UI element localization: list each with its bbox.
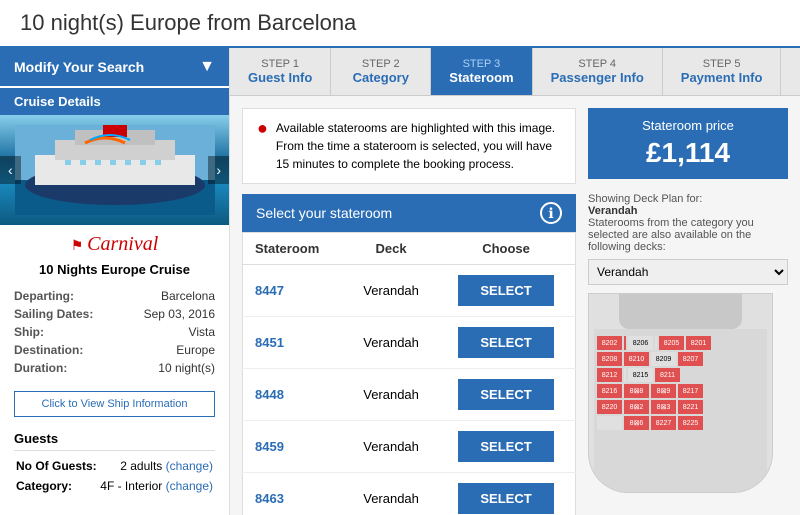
num-guests-label: No Of Guests:: [16, 457, 97, 475]
stateroom-number: 8451: [243, 317, 346, 369]
deck-name: Verandah: [345, 265, 437, 317]
table-row: 8447 Verandah SELECT: [243, 265, 576, 317]
select-cell: SELECT: [437, 369, 575, 421]
duration-value: 10 night(s): [125, 359, 215, 377]
table-row: 8463 Verandah SELECT: [243, 473, 576, 515]
select-stateroom-button[interactable]: SELECT: [458, 483, 553, 514]
stateroom-number: 8463: [243, 473, 346, 515]
deck-name: Verandah: [345, 317, 437, 369]
select-cell: SELECT: [437, 317, 575, 369]
select-cell: SELECT: [437, 265, 575, 317]
deck-plan-info: Showing Deck Plan for: Verandah Stateroo…: [588, 193, 788, 253]
stateroom-number: 8448: [243, 369, 346, 421]
step-3[interactable]: STEP 3 Stateroom: [431, 48, 532, 95]
prev-image-button[interactable]: ‹: [0, 156, 21, 184]
ship-value: Vista: [125, 323, 215, 341]
chevron-down-icon: ▼: [199, 58, 215, 76]
duration-label: Duration:: [14, 359, 125, 377]
deck-dropdown[interactable]: Verandah: [588, 259, 788, 285]
carnival-logo: ⚑ Carnival: [0, 225, 229, 258]
num-guests-value: 2 adults (change): [99, 457, 213, 475]
change-category-link[interactable]: (change): [166, 479, 213, 493]
page-title: 10 night(s) Europe from Barcelona: [20, 10, 780, 36]
stateroom-number: 8447: [243, 265, 346, 317]
cruise-details-header: Cruise Details: [0, 88, 229, 115]
info-text: Available staterooms are highlighted wit…: [276, 119, 561, 173]
select-stateroom-button[interactable]: SELECT: [458, 431, 553, 462]
select-stateroom-button[interactable]: SELECT: [458, 379, 553, 410]
price-box: Stateroom price £1,114: [588, 108, 788, 179]
table-row: 8451 Verandah SELECT: [243, 317, 576, 369]
info-circle-icon: ℹ: [540, 202, 562, 224]
col-stateroom: Stateroom: [243, 233, 346, 265]
deck-name: Verandah: [345, 473, 437, 515]
category-label: Category:: [16, 477, 97, 495]
step-1[interactable]: STEP 1 Guest Info: [230, 48, 331, 95]
next-image-button[interactable]: ›: [208, 156, 229, 184]
stateroom-number: 8459: [243, 421, 346, 473]
category-value: 4F - Interior (change): [99, 477, 213, 495]
info-dot-icon: ●: [257, 119, 268, 137]
select-cell: SELECT: [437, 473, 575, 515]
cruise-name: 10 Nights Europe Cruise: [0, 258, 229, 281]
select-stateroom-button[interactable]: SELECT: [458, 327, 553, 358]
col-choose: Choose: [437, 233, 575, 265]
destination-value: Europe: [125, 341, 215, 359]
step-2[interactable]: STEP 2 Category: [331, 48, 431, 95]
guests-table: No Of Guests: 2 adults (change) Category…: [14, 455, 215, 497]
ship-image: ‹: [0, 115, 229, 225]
ship-info-button[interactable]: Click to View Ship Information: [14, 391, 215, 417]
select-stateroom-button[interactable]: SELECT: [458, 275, 553, 306]
select-cell: SELECT: [437, 421, 575, 473]
table-row: 8448 Verandah SELECT: [243, 369, 576, 421]
guests-title: Guests: [14, 431, 215, 451]
stateroom-table: Stateroom Deck Choose 8447 Verandah SELE…: [242, 232, 576, 515]
steps-navigation: STEP 1 Guest Info STEP 2 Category STEP 3…: [230, 48, 800, 96]
sailing-dates-label: Sailing Dates:: [14, 305, 125, 323]
departing-value: Barcelona: [125, 287, 215, 305]
step-4[interactable]: STEP 4 Passenger Info: [533, 48, 663, 95]
info-box: ● Available staterooms are highlighted w…: [242, 108, 576, 184]
col-deck: Deck: [345, 233, 437, 265]
destination-label: Destination:: [14, 341, 125, 359]
ship-label: Ship:: [14, 323, 125, 341]
stateroom-table-header: Select your stateroom ℹ: [242, 194, 576, 232]
table-row: 8459 Verandah SELECT: [243, 421, 576, 473]
deck-plan-visual: BRIDGE 8202 8206 8205: [588, 293, 773, 493]
deck-name: Verandah: [345, 369, 437, 421]
deck-name: Verandah: [345, 421, 437, 473]
ship-visual: [15, 125, 215, 215]
sailing-dates-value: Sep 03, 2016: [125, 305, 215, 323]
step-5[interactable]: STEP 5 Payment Info: [663, 48, 782, 95]
carnival-brand: Carnival: [87, 233, 158, 255]
modify-search-button[interactable]: Modify Your Search ▼: [0, 48, 229, 86]
change-guests-link[interactable]: (change): [166, 459, 213, 473]
departing-label: Departing:: [14, 287, 125, 305]
cruise-details-table: Departing: Barcelona Sailing Dates: Sep …: [0, 281, 229, 383]
